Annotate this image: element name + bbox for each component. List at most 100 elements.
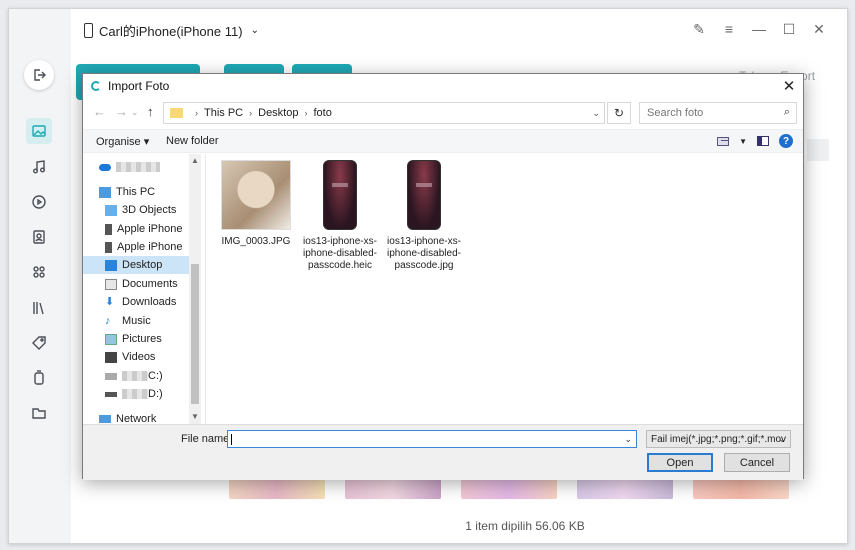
folder-icon[interactable] <box>26 400 52 426</box>
app-logo-icon <box>91 81 101 91</box>
photo-thumb[interactable] <box>345 479 441 499</box>
documents-icon <box>105 278 117 290</box>
breadcrumb-separator: › <box>249 108 253 118</box>
blurred-label <box>122 389 148 399</box>
file-name-label: File name: <box>181 433 233 445</box>
tree-item-videos[interactable]: Videos <box>105 348 201 366</box>
calendar-icon <box>807 139 829 161</box>
desktop-icon <box>105 259 117 271</box>
music-note-icon: ♪ <box>105 314 111 327</box>
help-icon[interactable]: ? <box>779 134 793 148</box>
dialog-toolbar: Organise ▾ New folder ▼ ? <box>83 129 803 153</box>
contacts-icon[interactable] <box>26 224 52 250</box>
file-item[interactable]: ios13-iphone-xs-iphone-disabled-passcode… <box>300 160 380 272</box>
scrollbar-thumb[interactable] <box>191 264 199 404</box>
file-item[interactable]: IMG_0003.JPG <box>216 160 296 248</box>
tree-item-music[interactable]: ♪ Music <box>105 312 201 330</box>
search-placeholder: Search foto <box>647 107 704 119</box>
photo-thumb[interactable] <box>693 479 789 499</box>
onedrive-icon <box>99 163 111 171</box>
forward-arrow-icon[interactable]: → <box>115 104 128 119</box>
tree-scrollbar[interactable]: ▲ ▼ <box>189 154 201 424</box>
back-arrow-icon[interactable]: ← <box>93 104 106 119</box>
tree-item-pictures[interactable]: Pictures <box>105 330 201 348</box>
view-icon[interactable] <box>717 136 730 146</box>
tree-item-network[interactable]: Network <box>99 410 201 424</box>
folder-icon <box>170 108 183 118</box>
file-name-input[interactable]: ⌄ <box>227 430 637 448</box>
photo-thumb[interactable] <box>461 479 557 499</box>
tree-item-documents[interactable]: Documents <box>105 275 201 293</box>
photos-icon[interactable] <box>26 118 52 144</box>
breadcrumb-this-pc[interactable]: This PC <box>204 107 243 119</box>
tree-item-apple-iphone[interactable]: Apple iPhone <box>105 238 201 256</box>
photo-thumb[interactable] <box>229 479 325 499</box>
apps-icon[interactable] <box>26 259 52 285</box>
chevron-down-icon: ⌄ <box>250 25 259 36</box>
search-icon: ⌕ <box>783 106 790 118</box>
minimize-icon[interactable]: — <box>751 21 767 38</box>
phone-screenshot-thumbnail <box>323 160 357 230</box>
chevron-down-icon[interactable]: ⌄ <box>592 108 600 119</box>
chevron-down-icon[interactable]: ⌄ <box>624 434 632 445</box>
iphone-icon <box>105 241 112 253</box>
books-icon[interactable] <box>26 295 52 321</box>
edit-icon[interactable]: ✎ <box>691 21 707 38</box>
address-bar[interactable]: › This PC › Desktop › foto ⌄ <box>163 102 605 124</box>
maximize-icon[interactable]: ☐ <box>781 21 797 38</box>
scroll-down-icon[interactable]: ▼ <box>191 412 199 421</box>
breadcrumb-desktop[interactable]: Desktop <box>258 107 298 119</box>
chevron-down-icon[interactable]: ▼ <box>739 137 747 146</box>
preview-pane-icon[interactable] <box>757 136 769 146</box>
phone-icon <box>84 23 93 38</box>
file-item[interactable]: ios13-iphone-xs-iphone-disabled-passcode… <box>384 160 464 272</box>
tree-item-3d-objects[interactable]: 3D Objects <box>105 201 201 219</box>
window-controls: ✎ ≡ — ☐ ✕ <box>691 21 827 38</box>
scroll-up-icon[interactable]: ▲ <box>191 156 199 165</box>
videos-icon <box>105 351 117 363</box>
close-icon[interactable]: ✕ <box>781 77 797 95</box>
tag-icon[interactable] <box>26 330 52 356</box>
blurred-label <box>116 162 160 172</box>
refresh-icon[interactable]: ↻ <box>607 102 631 124</box>
network-icon <box>99 415 111 423</box>
recent-dropdown-icon[interactable]: ⌄ <box>131 107 139 118</box>
new-folder-button[interactable]: New folder <box>166 135 219 147</box>
tree-item-downloads[interactable]: ⬇ Downloads <box>105 293 201 311</box>
device-icon[interactable] <box>26 365 52 391</box>
tree-item-drive-d[interactable]: D:) <box>105 385 201 403</box>
dialog-footer: File name: ⌄ Fail imej(*.jpg;*.png;*.gif… <box>83 424 803 480</box>
tree-item-onedrive[interactable] <box>99 158 201 176</box>
phone-screenshot-thumbnail <box>407 160 441 230</box>
navigation-bar: ← → ⌄ ↑ › This PC › Desktop › foto ⌄ ↻ S… <box>83 100 803 126</box>
close-icon[interactable]: ✕ <box>811 21 827 38</box>
breadcrumb-foto[interactable]: foto <box>313 107 331 119</box>
pictures-icon <box>105 333 117 345</box>
pc-icon <box>99 186 111 198</box>
file-name: ios13-iphone-xs-iphone-disabled-passcode… <box>303 236 377 271</box>
organise-button[interactable]: Organise ▾ <box>96 135 149 148</box>
drive-icon <box>105 391 117 397</box>
search-input[interactable]: Search foto ⌕ <box>639 102 797 124</box>
menu-icon[interactable]: ≡ <box>721 21 737 38</box>
dialog-title: Import Foto <box>108 79 170 93</box>
iphone-icon <box>105 223 112 235</box>
music-icon[interactable] <box>26 154 52 180</box>
file-type-select[interactable]: Fail imej(*.jpg;*.png;*.gif;*.mov ⌄ <box>646 430 791 448</box>
tree-item-this-pc[interactable]: This PC <box>99 183 201 201</box>
up-arrow-icon[interactable]: ↑ <box>147 104 154 119</box>
exit-icon[interactable] <box>24 60 54 90</box>
tree-item-desktop[interactable]: Desktop <box>83 256 189 274</box>
video-icon[interactable] <box>26 189 52 215</box>
device-selector[interactable]: Carl的iPhone(iPhone 11) ⌄ <box>84 21 259 40</box>
tree-item-apple-iphone[interactable]: Apple iPhone <box>105 220 201 238</box>
drive-icon <box>105 372 117 380</box>
dialog-titlebar: Import Foto <box>83 74 803 98</box>
photo-thumb[interactable] <box>577 479 673 499</box>
navigation-tree: This PC 3D Objects Apple iPhone Apple iP… <box>83 154 201 424</box>
cancel-button[interactable]: Cancel <box>724 453 790 472</box>
import-dialog: Import Foto ✕ ← → ⌄ ↑ › This PC › Deskto… <box>82 73 804 480</box>
tree-item-drive-c[interactable]: C:) <box>105 367 201 385</box>
open-button[interactable]: Open <box>647 453 713 472</box>
breadcrumb-separator: › <box>195 108 198 118</box>
